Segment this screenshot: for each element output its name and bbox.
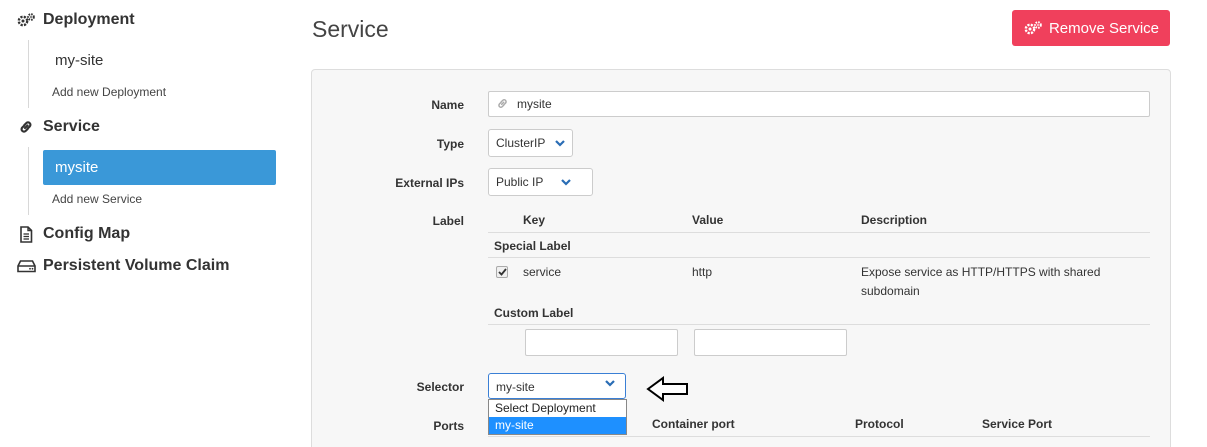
special-label-heading: Special Label xyxy=(494,239,571,253)
nav-config-map[interactable]: Config Map xyxy=(16,225,130,243)
sidebar: Deployment my-site Add new Deployment Se… xyxy=(0,0,290,447)
chevron-down-icon xyxy=(555,139,566,147)
table-divider xyxy=(488,232,1150,233)
sidebar-item-my-site[interactable]: my-site xyxy=(55,52,103,69)
special-label-description-line2: subdomain xyxy=(861,284,920,298)
gears-icon xyxy=(1023,20,1043,36)
label-col-key: Key xyxy=(523,213,546,227)
nav-pvc[interactable]: Persistent Volume Claim xyxy=(16,257,229,275)
nav-service[interactable]: Service xyxy=(16,118,100,136)
ports-col-service-port: Service Port xyxy=(982,417,1053,431)
link-icon xyxy=(496,97,509,113)
remove-service-button[interactable]: Remove Service xyxy=(1012,10,1170,46)
document-icon xyxy=(16,225,36,243)
name-field[interactable]: mysite xyxy=(488,91,1150,117)
label-label: Label xyxy=(432,214,464,228)
left-arrow-icon xyxy=(646,376,690,407)
nav-deployment-label: Deployment xyxy=(43,11,135,28)
nav-config-map-label: Config Map xyxy=(43,225,131,242)
nav-pvc-label: Persistent Volume Claim xyxy=(43,257,230,274)
label-col-value: Value xyxy=(692,213,724,227)
check-icon xyxy=(497,268,507,276)
chevron-down-icon xyxy=(605,380,615,387)
ports-col-container-port: Container port xyxy=(652,417,735,431)
external-ips-select[interactable]: Public IP xyxy=(488,168,593,196)
external-ips-value: Public IP xyxy=(496,175,544,189)
selector-value: my-site xyxy=(496,380,535,394)
type-value: ClusterIP xyxy=(496,136,546,150)
deployment-tree-line xyxy=(28,40,29,108)
special-label-value: http xyxy=(692,265,713,279)
external-ips-label: External IPs xyxy=(395,176,464,190)
selector-dropdown: Select Deployment my-site xyxy=(488,399,627,435)
page-title: Service xyxy=(312,16,389,42)
selector-option-my-site[interactable]: my-site xyxy=(489,417,626,434)
label-col-description: Description xyxy=(861,213,928,227)
name-value: mysite xyxy=(517,97,552,111)
hard-drive-icon xyxy=(16,257,36,275)
custom-label-key-input[interactable] xyxy=(525,329,678,356)
type-label: Type xyxy=(436,137,464,151)
special-label-key: service xyxy=(523,265,562,279)
add-deployment-link[interactable]: Add new Deployment xyxy=(52,85,166,99)
table-divider xyxy=(488,436,1150,437)
custom-label-value-input[interactable] xyxy=(694,329,847,356)
selector-label: Selector xyxy=(416,380,464,394)
service-tree-line xyxy=(28,147,29,215)
table-divider xyxy=(488,324,1150,325)
chevron-down-icon xyxy=(561,178,572,186)
link-icon xyxy=(16,118,36,136)
gears-icon xyxy=(16,11,36,29)
remove-service-label: Remove Service xyxy=(1048,19,1160,37)
ports-label: Ports xyxy=(433,419,464,433)
special-label-checkbox[interactable] xyxy=(496,266,508,278)
table-divider xyxy=(488,257,1150,258)
sidebar-item-mysite[interactable]: mysite xyxy=(43,150,276,185)
nav-deployment[interactable]: Deployment xyxy=(16,11,135,29)
selector-select[interactable]: my-site xyxy=(488,373,626,399)
special-label-description-line1: Expose service as HTTP/HTTPS with shared xyxy=(861,265,1101,279)
selector-option-select-deployment[interactable]: Select Deployment xyxy=(489,400,626,417)
add-service-link[interactable]: Add new Service xyxy=(52,192,142,206)
ports-col-protocol: Protocol xyxy=(855,417,904,431)
type-select[interactable]: ClusterIP xyxy=(488,129,574,157)
nav-service-label: Service xyxy=(43,118,100,135)
name-label: Name xyxy=(431,98,464,112)
custom-label-heading: Custom Label xyxy=(494,306,574,320)
